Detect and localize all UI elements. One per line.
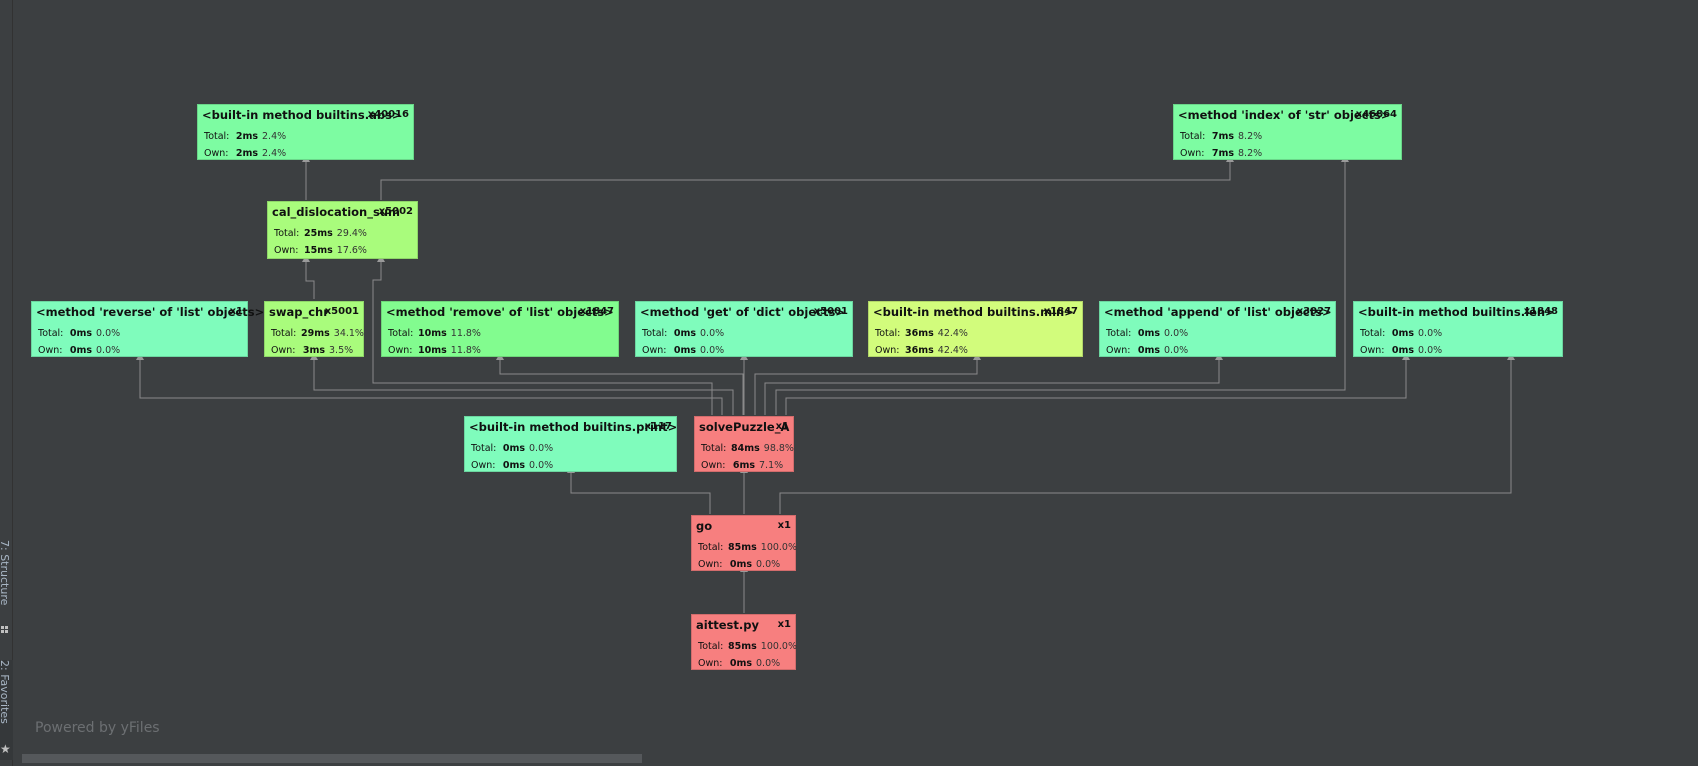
own-row: Own: 0ms 0.0% xyxy=(1106,345,1189,356)
total-row: Total: 10ms 11.8% xyxy=(388,328,481,339)
call-count: x46864 xyxy=(1355,109,1397,120)
total-row: Total: 0ms 0.0% xyxy=(1106,328,1189,339)
edge-go-print xyxy=(567,466,711,514)
call-count: x5001 xyxy=(324,306,359,317)
call-count: x40016 xyxy=(367,109,409,120)
call-count: x1 xyxy=(777,520,791,531)
own-row: Own: 0ms 0.0% xyxy=(642,345,725,356)
call-count: x1 xyxy=(777,619,791,630)
own-row: Own: 0ms 0.0% xyxy=(1360,345,1443,356)
own-row: Own: 3ms 3.5% xyxy=(271,345,354,356)
own-row: Own: 10ms 11.8% xyxy=(388,345,481,356)
left-tool-strip: 7: Structure 2: Favorites ★ xyxy=(0,0,13,766)
edge-solve-min xyxy=(754,353,981,415)
node-builtins-min[interactable]: <built-in method builtins.min> x1847 Tot… xyxy=(868,301,1083,357)
call-count: x5001 xyxy=(813,306,848,317)
node-solvepuzzle-a[interactable]: solvePuzzle_A x1 Total: 84ms 98.8% Own: 6ms… xyxy=(694,416,794,472)
node-swap-chr[interactable]: swap_chr x5001 Total: 29ms 34.1% Own: 3ms 3.… xyxy=(264,301,364,357)
node-list-reverse[interactable]: <method 'reverse' of 'list' objects> x1 … xyxy=(31,301,264,357)
node-name: swap_chr xyxy=(269,305,329,319)
total-row: Total: 0ms 0.0% xyxy=(471,443,554,454)
own-row: Own: 0ms 0.0% xyxy=(471,460,554,471)
structure-tab[interactable]: 7: Structure xyxy=(0,540,13,640)
call-count: x1848 xyxy=(1523,306,1558,317)
own-row: Own: 2ms 2.4% xyxy=(204,148,287,159)
favorites-tab-label: 2: Favorites xyxy=(0,660,11,724)
edge-solve-remove xyxy=(496,353,744,415)
own-row: Own: 0ms 0.0% xyxy=(698,559,781,570)
node-aittest-py[interactable]: aittest.py x1 Total: 85ms 100.0% Own: 0ms 0.… xyxy=(691,614,798,670)
structure-tab-label: 7: Structure xyxy=(0,540,11,606)
structure-icon xyxy=(1,626,9,634)
total-row: Total: 25ms 29.4% xyxy=(274,228,367,239)
total-row: Total: 29ms 34.1% xyxy=(271,328,364,339)
node-cal-dislocation-sum[interactable]: cal_dislocation_sum x5002 Total: 25ms 29.4… xyxy=(267,201,418,259)
total-row: Total: 85ms 100.0% xyxy=(698,641,798,652)
own-row: Own: 7ms 8.2% xyxy=(1180,148,1263,159)
node-builtins-len[interactable]: <built-in method builtins.len> x1848 Tot… xyxy=(1353,301,1563,357)
edge-solve-append xyxy=(764,353,1223,415)
node-dict-get[interactable]: <method 'get' of 'dict' objects> x5001 T… xyxy=(635,301,853,357)
own-row: Own: 15ms 17.6% xyxy=(274,245,367,256)
total-row: Total: 0ms 0.0% xyxy=(38,328,121,339)
node-name: aittest.py xyxy=(696,618,759,632)
call-count: x1847 xyxy=(1043,306,1078,317)
node-name: go xyxy=(696,519,713,533)
node-builtins-abs[interactable]: <built-in method builtins.abs> x40016 To… xyxy=(197,104,414,160)
horizontal-scrollbar[interactable] xyxy=(22,754,642,763)
star-icon: ★ xyxy=(0,742,11,756)
own-row: Own: 0ms 0.0% xyxy=(698,658,781,669)
node-list-append[interactable]: <method 'append' of 'list' objects> x302… xyxy=(1099,301,1336,357)
call-count: x1847 xyxy=(579,306,614,317)
total-row: Total: 0ms 0.0% xyxy=(642,328,725,339)
call-count: x117 xyxy=(644,421,672,432)
node-list-remove[interactable]: <method 'remove' of 'list' objects> x184… xyxy=(381,301,619,357)
call-count: x1 xyxy=(775,421,789,432)
call-count: x5002 xyxy=(378,206,413,217)
total-row: Total: 7ms 8.2% xyxy=(1180,131,1263,142)
total-row: Total: 0ms 0.0% xyxy=(1360,328,1443,339)
call-count: x3027 xyxy=(1296,306,1331,317)
call-count: x1 xyxy=(229,306,243,317)
call-graph-canvas[interactable]: <built-in method builtins.abs> x40016 To… xyxy=(0,0,1698,766)
total-row: Total: 84ms 98.8% xyxy=(701,443,794,454)
total-row: Total: 36ms 42.4% xyxy=(875,328,968,339)
edge-cal-index xyxy=(380,155,1234,200)
node-builtins-print[interactable]: <built-in method builtins.print> x117 To… xyxy=(464,416,677,472)
node-go[interactable]: go x1 Total: 85ms 100.0% Own: 0ms 0.0% xyxy=(691,515,798,571)
total-row: Total: 85ms 100.0% xyxy=(698,542,798,553)
edge-solve-swap xyxy=(310,353,734,415)
total-row: Total: 2ms 2.4% xyxy=(204,131,287,142)
edge-swap-cal xyxy=(302,255,315,299)
edge-solve-reverse xyxy=(136,353,723,415)
own-row: Own: 0ms 0.0% xyxy=(38,345,121,356)
own-row: Own: 36ms 42.4% xyxy=(875,345,968,356)
node-str-index[interactable]: <method 'index' of 'str' objects> x46864… xyxy=(1173,104,1402,160)
own-row: Own: 6ms 7.1% xyxy=(701,460,784,471)
powered-by-label: Powered by yFiles xyxy=(35,720,160,736)
edge-solve-len xyxy=(785,353,1410,415)
edge-solve-index xyxy=(775,155,1349,415)
